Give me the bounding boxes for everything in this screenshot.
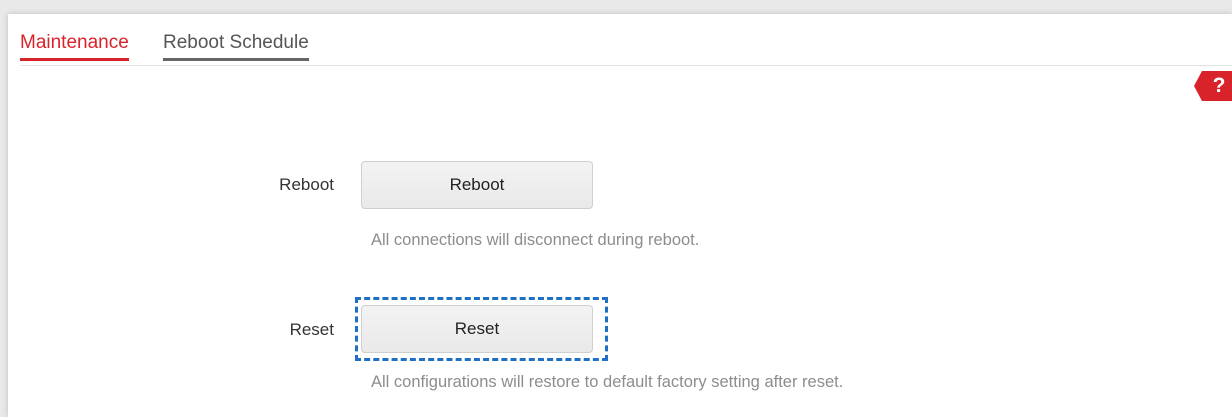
reboot-hint: All connections will disconnect during r…: [371, 231, 700, 249]
maintenance-panel: Maintenance Reboot Schedule ? Reboot Reb…: [8, 14, 1232, 417]
tab-reboot-schedule[interactable]: Reboot Schedule: [163, 31, 309, 61]
reset-label: Reset: [289, 320, 334, 339]
tab-maintenance-underline: [20, 58, 129, 61]
tab-maintenance[interactable]: Maintenance: [20, 31, 129, 61]
help-button[interactable]: ?: [1194, 71, 1232, 101]
reset-button[interactable]: Reset: [361, 305, 593, 353]
reset-hint: All configurations will restore to defau…: [371, 373, 844, 391]
question-icon: ?: [1212, 74, 1226, 97]
tab-reboot-schedule-underline: [163, 58, 309, 61]
tab-reboot-schedule-label: Reboot Schedule: [163, 32, 309, 53]
tab-divider: [20, 65, 1232, 66]
reboot-label: Reboot: [279, 175, 334, 194]
reboot-button[interactable]: Reboot: [361, 161, 593, 209]
tab-maintenance-label: Maintenance: [20, 32, 129, 53]
